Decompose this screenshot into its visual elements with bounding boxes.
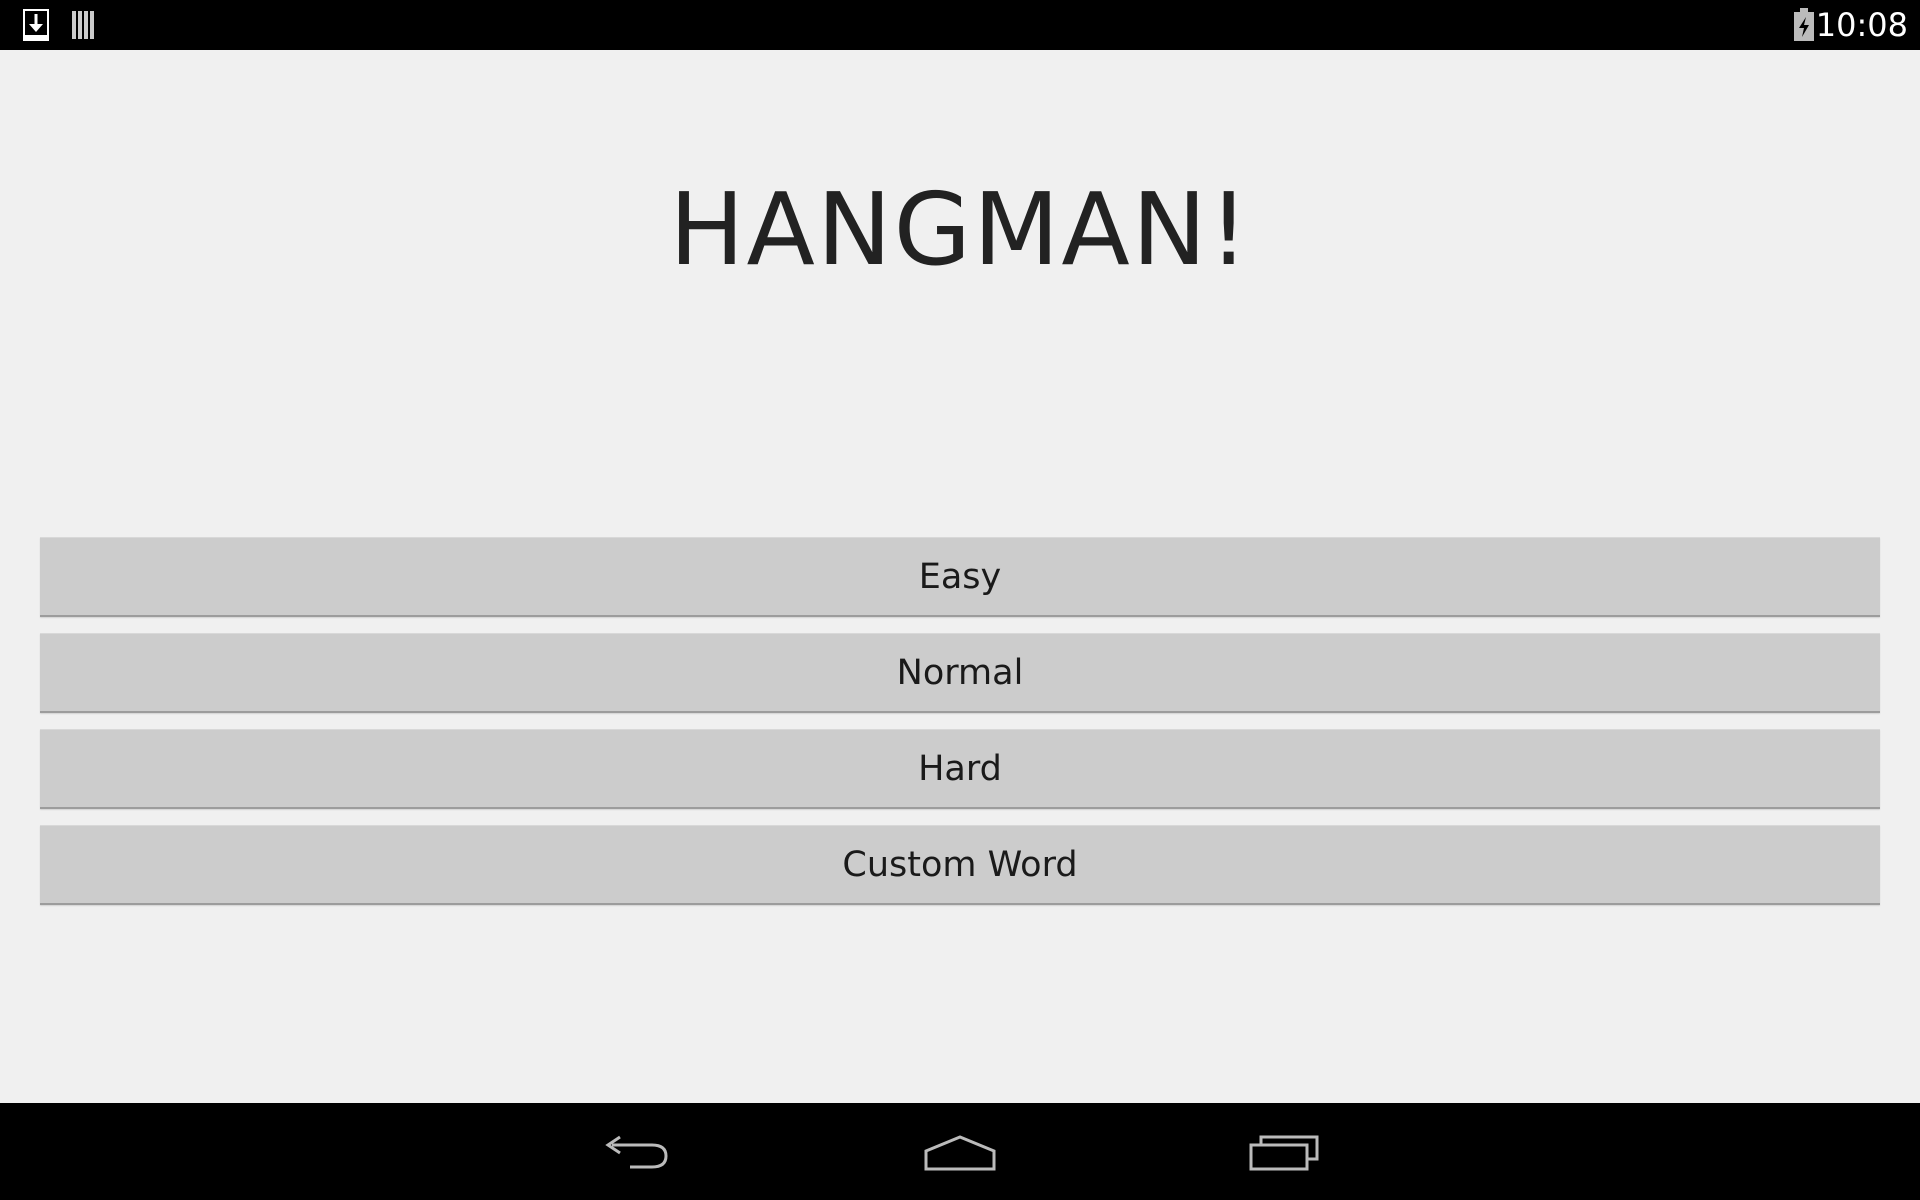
hard-button[interactable]: Hard — [40, 729, 1880, 809]
custom-word-button[interactable]: Custom Word — [40, 825, 1880, 905]
navigation-bar — [0, 1103, 1920, 1200]
home-icon[interactable] — [922, 1131, 998, 1175]
screen: 10:08 HANGMAN! Easy Normal Hard Custom W… — [0, 0, 1920, 1200]
app-title: HANGMAN! — [669, 171, 1251, 288]
status-bar: 10:08 — [0, 0, 1920, 50]
back-icon[interactable] — [598, 1131, 674, 1175]
status-clock: 10:08 — [1815, 6, 1908, 44]
battery-charging-icon — [1794, 8, 1814, 41]
download-icon — [23, 9, 49, 41]
recent-apps-icon[interactable] — [1247, 1131, 1323, 1175]
barcode-icon — [72, 11, 94, 39]
easy-button[interactable]: Easy — [40, 537, 1880, 617]
normal-button[interactable]: Normal — [40, 633, 1880, 713]
difficulty-menu: Easy Normal Hard Custom Word — [40, 537, 1880, 921]
